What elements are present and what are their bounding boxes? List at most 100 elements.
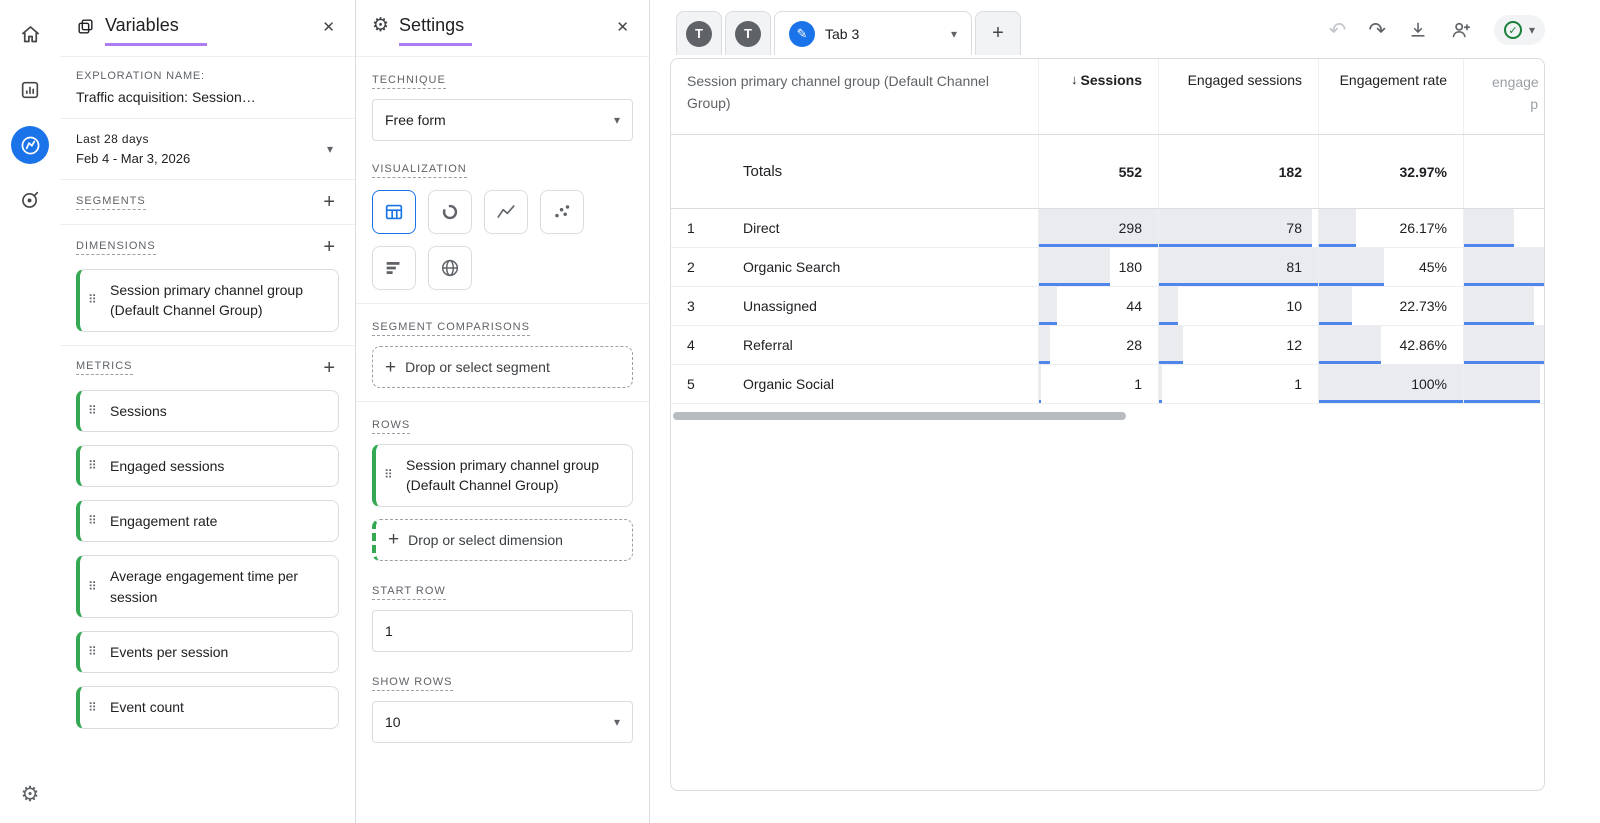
cell-rate: 22.73% (1319, 287, 1464, 325)
drag-handle-icon[interactable]: ⠿ (88, 513, 97, 530)
metric-chip-label: Sessions (110, 402, 167, 419)
cell-sessions: 28 (1039, 326, 1159, 364)
add-metric-button[interactable]: + (319, 358, 339, 378)
undo-button[interactable]: ↶ (1329, 20, 1347, 41)
download-button[interactable] (1408, 20, 1428, 40)
drag-handle-icon[interactable]: ⠿ (88, 292, 97, 309)
add-segment-button[interactable]: + (319, 191, 339, 213)
table-row: 5 Organic Social 1 1 100% (671, 365, 1544, 404)
technique-visualization-block: TECHNIQUE Free form ▾ VISUALIZATION (356, 57, 649, 304)
table-chart-icon (385, 204, 403, 220)
settings-close-button[interactable]: ✕ (612, 16, 633, 38)
share-button[interactable] (1450, 19, 1472, 41)
drag-handle-icon[interactable]: ⠿ (88, 457, 97, 474)
metric-chip[interactable]: ⠿ Event count (76, 686, 339, 729)
column-header-dimension[interactable]: Session primary channel group (Default C… (671, 59, 1039, 134)
exploration-name-value[interactable]: Traffic acquisition: Session… (76, 89, 339, 105)
variables-panel-title: Variables (105, 15, 207, 46)
rows-dimension-chip[interactable]: ⠿ Session primary channel group (Default… (372, 444, 633, 507)
metric-chip-label: Average engagement time per session (110, 568, 299, 605)
nav-admin[interactable]: ⚙ (21, 782, 40, 807)
heatmap-bar (1319, 248, 1384, 286)
cell-extra (1464, 287, 1544, 325)
metric-chip[interactable]: ⠿ Average engagement time per session (76, 555, 339, 619)
nav-home[interactable] (10, 14, 50, 54)
variables-close-button[interactable]: ✕ (318, 16, 339, 38)
exploration-name-label: EXPLORATION NAME: (76, 70, 205, 82)
visualization-options (372, 190, 604, 290)
add-dimension-button[interactable]: + (319, 237, 339, 257)
dimension-chip[interactable]: ⠿ Session primary channel group (Default… (76, 269, 339, 332)
segment-dropzone[interactable]: + Drop or select segment (372, 346, 633, 388)
nav-advertising[interactable] (10, 180, 50, 220)
tab-1-badge: T (686, 20, 712, 47)
add-tab-button[interactable]: + (975, 11, 1021, 55)
heatmap-bar (1464, 365, 1540, 403)
show-rows-select[interactable]: 10 ▾ (372, 700, 633, 743)
column-header-engaged-sessions[interactable]: Engaged sessions (1159, 59, 1319, 134)
variables-panel-header: Variables ✕ (60, 0, 355, 57)
drag-handle-icon[interactable]: ⠿ (88, 699, 97, 716)
metric-chip[interactable]: ⠿ Engagement rate (76, 500, 339, 543)
date-range-selector[interactable]: Last 28 days Feb 4 - Mar 3, 2026 ▾ (76, 132, 339, 166)
cell-rate: 42.86% (1319, 326, 1464, 364)
totals-rate: 32.97% (1319, 135, 1464, 208)
table-row: 3 Unassigned 44 10 22.73% (671, 287, 1544, 326)
dimension-dropzone-label: Drop or select dimension (408, 531, 563, 548)
table-row: 1 Direct 298 78 26.17% (671, 209, 1544, 248)
metric-chip-label: Event count (110, 699, 184, 716)
column-header-partial[interactable]: engage p (1464, 59, 1544, 134)
drag-handle-icon[interactable]: ⠿ (88, 644, 97, 661)
horizontal-scrollbar[interactable] (673, 412, 1126, 420)
technique-select[interactable]: Free form ▾ (372, 99, 633, 141)
viz-line-option[interactable] (484, 190, 528, 234)
row-index: 4 (687, 337, 695, 353)
cell-rate: 100% (1319, 365, 1464, 403)
column-header-sessions[interactable]: ↓ Sessions (1039, 59, 1159, 134)
technique-value: Free form (385, 112, 446, 128)
tab-1[interactable]: T (676, 11, 722, 55)
analytics-explorations-app: ⚙ Variables ✕ EXPLORATION NAME: Traffic … (0, 0, 1600, 823)
viz-scatter-option[interactable] (540, 190, 584, 234)
cell-engaged: 78 (1159, 209, 1319, 247)
nav-explore[interactable] (11, 126, 49, 164)
metric-chip[interactable]: ⠿ Sessions (76, 389, 339, 432)
row-dimension-value: Organic Search (743, 259, 841, 275)
metric-chip[interactable]: ⠿ Events per session (76, 631, 339, 674)
heatmap-bar (1039, 326, 1050, 364)
drag-handle-icon[interactable]: ⠿ (88, 402, 97, 419)
applied-steps-button[interactable]: ✓ ▾ (1493, 15, 1545, 45)
settings-panel: ⚙ Settings ✕ TECHNIQUE Free form ▾ VISUA… (356, 0, 650, 823)
plus-icon: + (323, 191, 335, 213)
viz-bar-option[interactable] (372, 246, 416, 290)
cell-extra (1464, 365, 1544, 403)
viz-geo-option[interactable] (428, 246, 472, 290)
metric-chip[interactable]: ⠿ Engaged sessions (76, 444, 339, 488)
home-icon (21, 25, 39, 42)
drag-handle-icon[interactable]: ⠿ (384, 467, 393, 484)
date-range-block: Last 28 days Feb 4 - Mar 3, 2026 ▾ (60, 119, 355, 180)
tab-3-active[interactable]: ✎ Tab 3 ▾ (774, 11, 972, 55)
settings-panel-header: ⚙ Settings ✕ (356, 0, 649, 57)
viz-table-option[interactable] (372, 190, 416, 234)
row-dimension-value: Unassigned (743, 298, 817, 314)
nav-reports[interactable] (10, 70, 50, 110)
person-add-icon (1452, 22, 1471, 38)
advertising-icon (22, 191, 39, 208)
heatmap-bar (1039, 287, 1057, 325)
tab-2[interactable]: T (725, 11, 771, 55)
viz-donut-option[interactable] (428, 190, 472, 234)
column-header-engagement-rate[interactable]: Engagement rate (1319, 59, 1464, 134)
cell-sessions: 44 (1039, 287, 1159, 325)
reports-icon (21, 81, 39, 99)
dimension-dropzone[interactable]: + Drop or select dimension (372, 518, 633, 561)
metric-chip-label: Engagement rate (110, 513, 218, 530)
redo-button[interactable]: ↷ (1368, 20, 1386, 41)
drag-handle-icon[interactable]: ⠿ (88, 578, 97, 595)
segments-label: SEGMENTS (76, 195, 146, 210)
cell-engaged: 10 (1159, 287, 1319, 325)
segment-comparisons-block: SEGMENT COMPARISONS + Drop or select seg… (356, 304, 649, 402)
start-row-input[interactable] (372, 609, 633, 652)
chevron-down-icon: ▾ (950, 26, 957, 41)
heatmap-bar (1319, 326, 1381, 364)
